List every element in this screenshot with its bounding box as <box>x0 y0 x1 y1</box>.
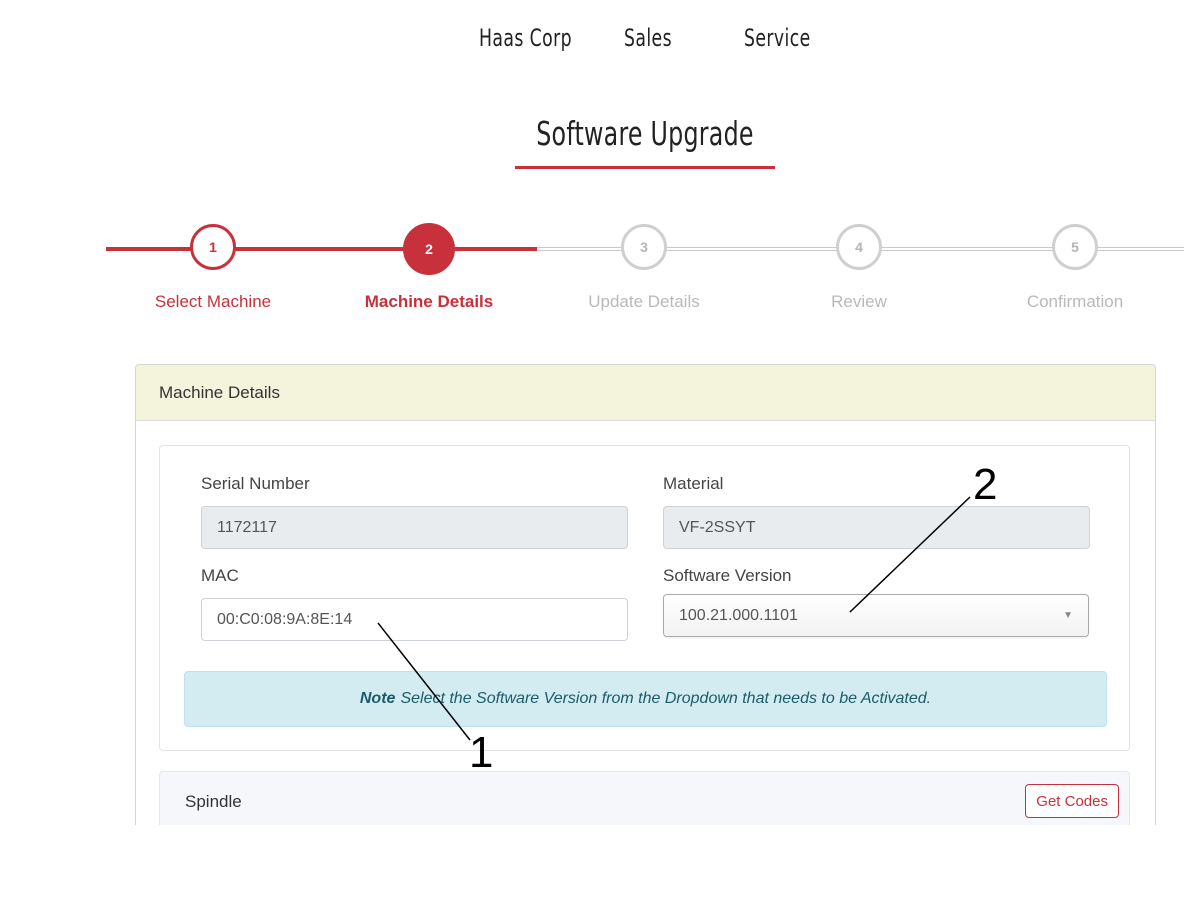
callout-number-1: 1 <box>469 728 494 777</box>
callout-lines <box>377 496 971 741</box>
callout-line-1 <box>377 622 471 741</box>
callout-number-2: 2 <box>973 460 998 509</box>
callout-line-2 <box>849 496 971 613</box>
